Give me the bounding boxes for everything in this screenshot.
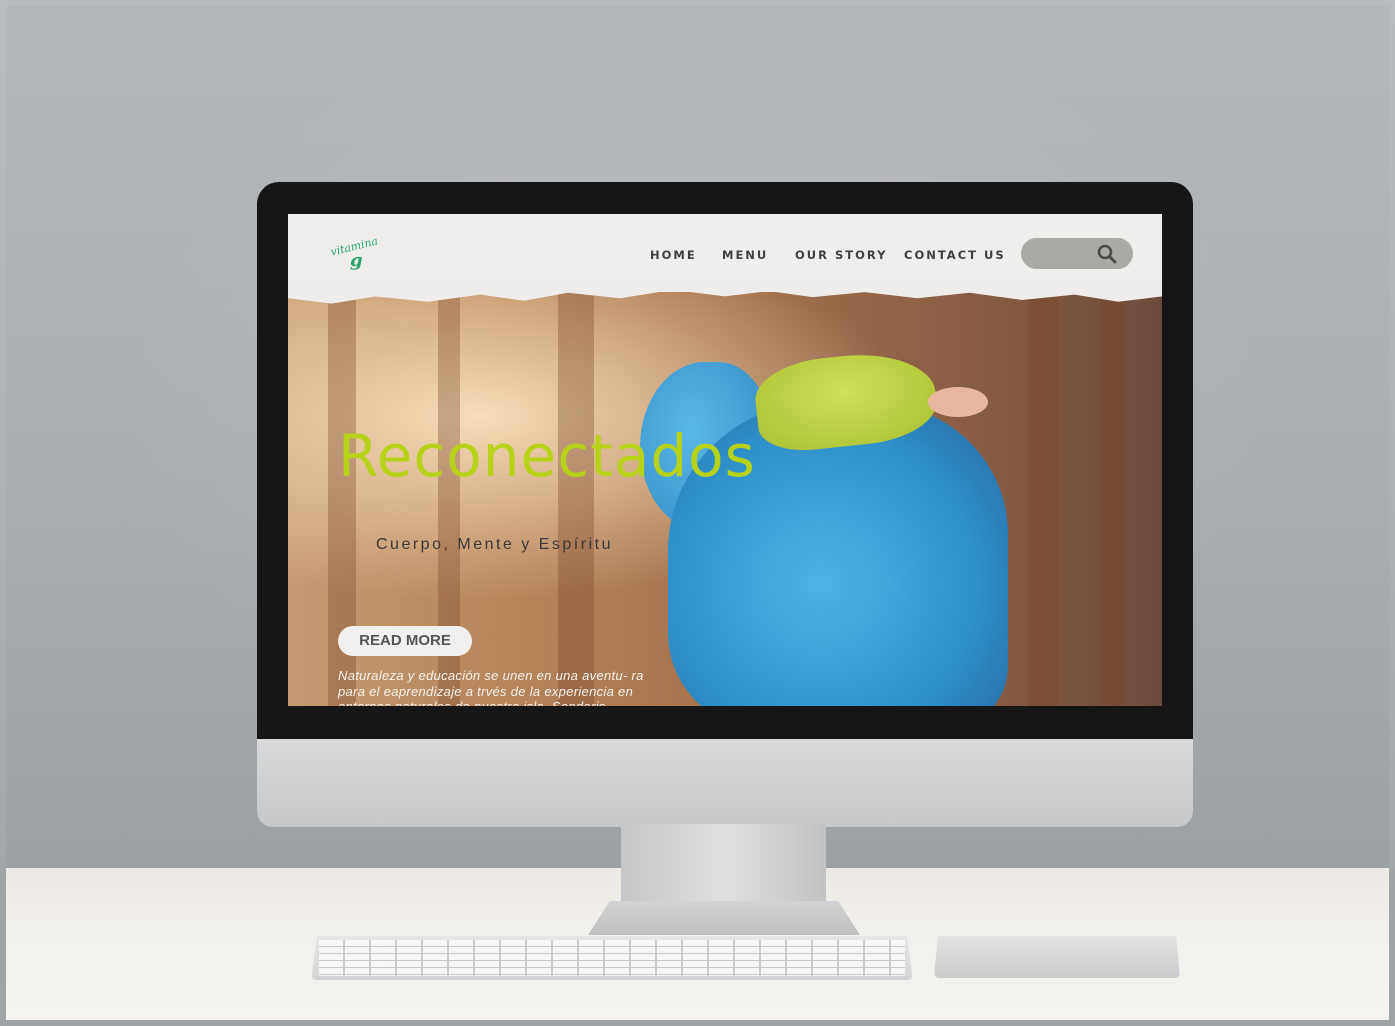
- nav-item-menu[interactable]: MENU: [722, 248, 768, 262]
- site-logo[interactable]: vitamina g: [328, 232, 388, 272]
- scene: vitamina g HOME MENU OUR STORY CONTACT U…: [6, 6, 1389, 1020]
- logo-letter: g: [350, 250, 363, 271]
- nav-item-our-story[interactable]: OUR STORY: [795, 248, 887, 262]
- monitor-stand-base: [588, 901, 860, 935]
- child-hand: [928, 387, 988, 417]
- website-screen: vitamina g HOME MENU OUR STORY CONTACT U…: [288, 214, 1162, 706]
- keyboard: [311, 936, 913, 980]
- monitor-chin: [257, 739, 1193, 827]
- keyboard-rows: [319, 940, 905, 976]
- nav-item-home[interactable]: HOME: [650, 248, 697, 262]
- tree-trunk: [1100, 292, 1124, 706]
- trackpad: [934, 936, 1180, 978]
- read-more-button[interactable]: READ MORE: [338, 626, 472, 656]
- nav-item-contact-us[interactable]: CONTACT US: [904, 248, 1006, 262]
- search-bar[interactable]: [1021, 238, 1133, 269]
- monitor-stand: [621, 824, 826, 904]
- hero-title: Reconectados: [338, 422, 756, 490]
- tree-trunk: [1028, 292, 1058, 706]
- hero-subtitle: Cuerpo, Mente y Espíritu: [376, 536, 613, 553]
- tree-trunk: [558, 292, 594, 706]
- search-icon[interactable]: [1097, 244, 1117, 264]
- hero-paragraph: Naturaleza y educación se unen en una av…: [338, 668, 644, 706]
